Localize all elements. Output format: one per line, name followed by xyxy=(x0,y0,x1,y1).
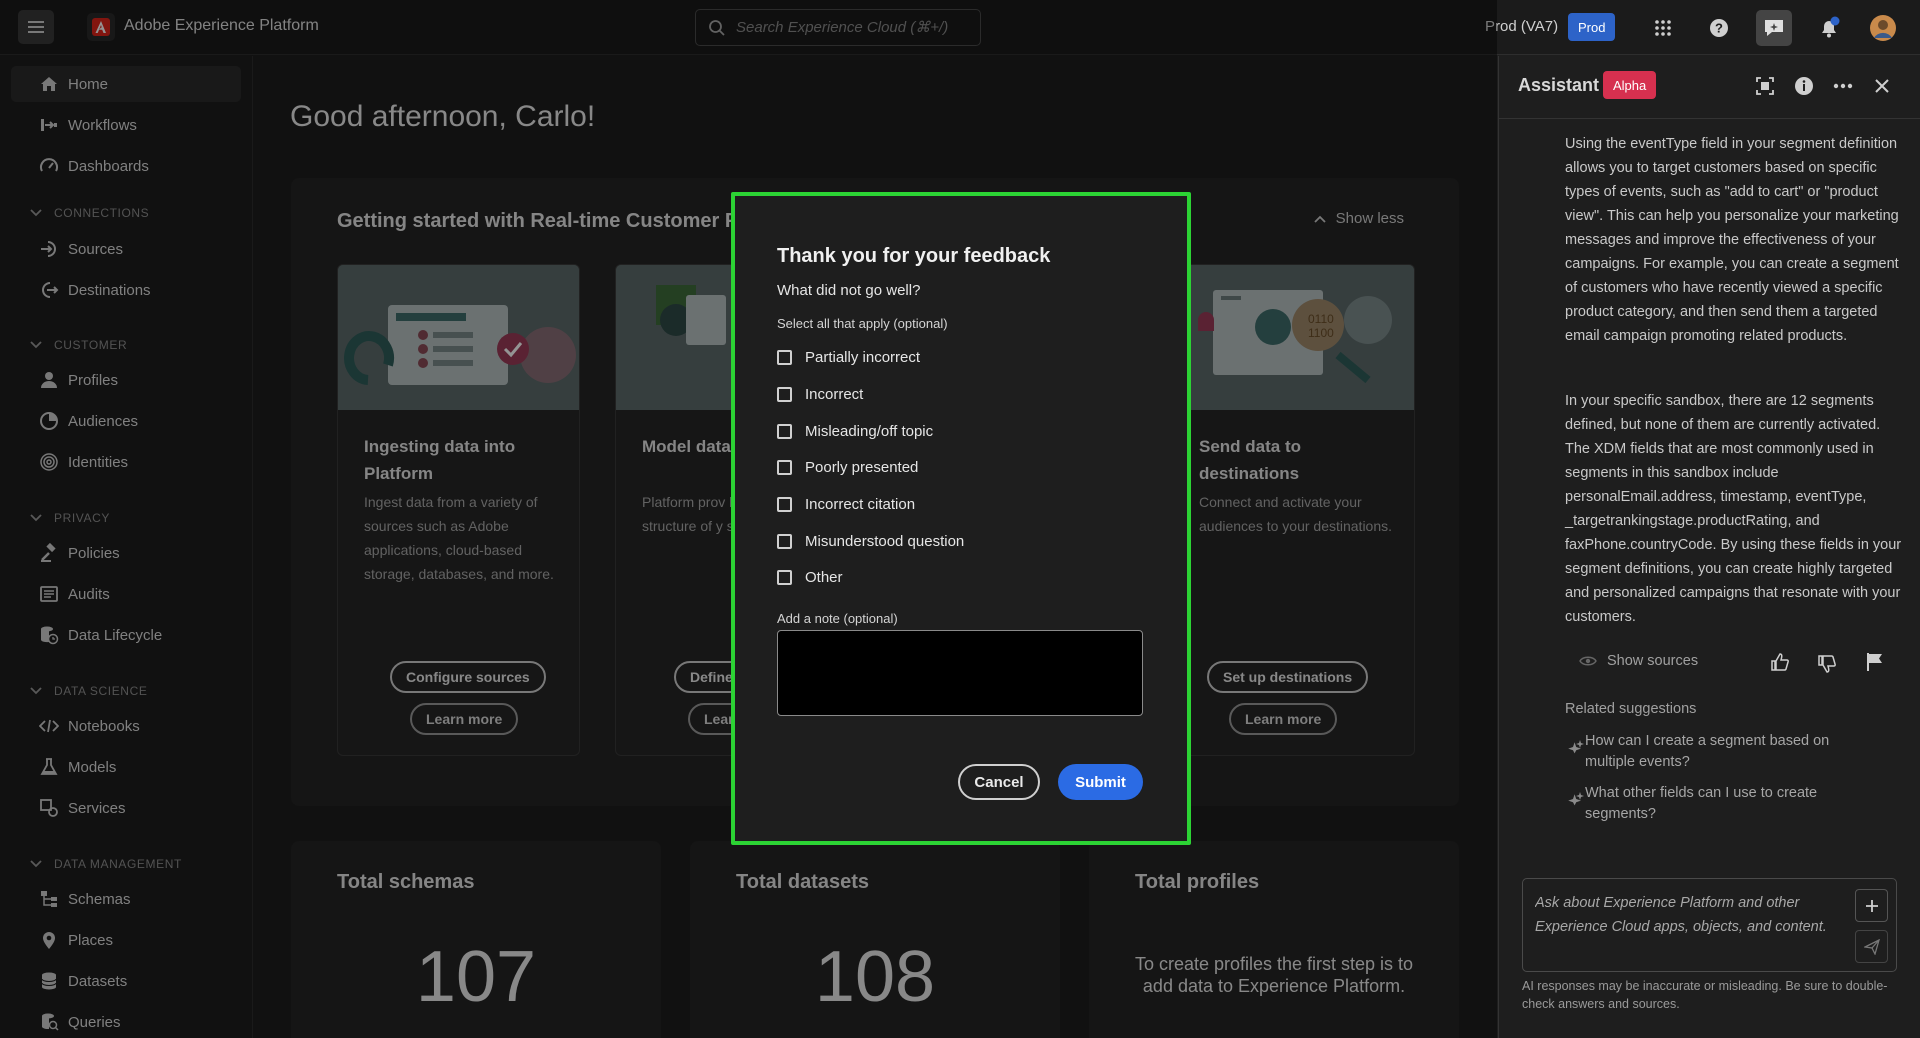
checkbox-label: Poorly presented xyxy=(805,459,919,476)
flag-icon[interactable] xyxy=(1865,652,1885,676)
checkbox-poorly-presented[interactable]: Poorly presented xyxy=(777,459,918,476)
apps-grid-icon[interactable] xyxy=(1647,12,1679,44)
note-label: Add a note (optional) xyxy=(777,611,898,626)
plus-icon xyxy=(1865,899,1878,912)
suggestion-link[interactable]: How can I create a segment based on mult… xyxy=(1585,731,1865,773)
notifications-bell-icon[interactable] xyxy=(1813,12,1845,44)
assistant-panel: Assistant Alpha Using the eventType fiel… xyxy=(1498,56,1920,1038)
close-icon[interactable] xyxy=(1870,74,1894,98)
send-button[interactable] xyxy=(1855,930,1888,963)
env-badge[interactable]: Prod xyxy=(1568,13,1616,41)
thumbs-up-icon[interactable] xyxy=(1770,652,1790,676)
alpha-badge: Alpha xyxy=(1603,71,1657,99)
svg-text:?: ? xyxy=(1715,21,1723,36)
checkbox-box[interactable] xyxy=(777,534,792,549)
note-textarea[interactable] xyxy=(777,630,1143,716)
checkbox-box[interactable] xyxy=(777,350,792,365)
feedback-dialog: Thank you for your feedback What did not… xyxy=(731,192,1191,845)
checkbox-label: Misleading/off topic xyxy=(805,423,934,440)
checkbox-partially-incorrect[interactable]: Partially incorrect xyxy=(777,349,920,366)
select-all-label: Select all that apply (optional) xyxy=(777,316,948,331)
expand-icon[interactable] xyxy=(1753,74,1777,98)
dialog-title: Thank you for your feedback xyxy=(777,245,1051,267)
checkbox-box[interactable] xyxy=(777,570,792,585)
assistant-response-paragraph: In your specific sandbox, there are 12 s… xyxy=(1565,393,1902,625)
checkbox-label: Other xyxy=(805,569,843,586)
related-suggestions-label: Related suggestions xyxy=(1565,701,1697,717)
assistant-input-box xyxy=(1522,878,1897,972)
checkbox-label: Misunderstood question xyxy=(805,533,965,550)
assistant-chat-icon[interactable] xyxy=(1756,10,1792,46)
checkbox-box[interactable] xyxy=(777,460,792,475)
checkbox-box[interactable] xyxy=(777,497,792,512)
user-avatar[interactable] xyxy=(1867,12,1899,44)
add-attachment-button[interactable] xyxy=(1855,889,1888,922)
header-divider xyxy=(1499,118,1920,119)
cancel-button[interactable]: Cancel xyxy=(958,764,1040,800)
eye-icon xyxy=(1579,656,1597,666)
sparkle-icon xyxy=(1565,739,1585,759)
more-options-icon[interactable] xyxy=(1831,74,1855,98)
assistant-title: Assistant xyxy=(1518,75,1600,95)
assistant-response-paragraph: Using the eventType field in your segmen… xyxy=(1565,136,1899,344)
submit-button[interactable]: Submit xyxy=(1058,764,1143,800)
checkbox-incorrect-citation[interactable]: Incorrect citation xyxy=(777,496,915,513)
info-icon[interactable] xyxy=(1792,74,1816,98)
ai-disclaimer: AI responses may be inaccurate or mislea… xyxy=(1522,979,1888,1011)
checkbox-box[interactable] xyxy=(777,387,792,402)
assistant-prompt-input[interactable] xyxy=(1535,891,1835,961)
checkbox-label: Partially incorrect xyxy=(805,349,921,366)
show-sources-button[interactable]: Show sources xyxy=(1579,653,1698,669)
checkbox-misunderstood-question[interactable]: Misunderstood question xyxy=(777,533,964,550)
checkbox-incorrect[interactable]: Incorrect xyxy=(777,386,863,403)
checkbox-misleading[interactable]: Misleading/off topic xyxy=(777,423,933,440)
dialog-question: What did not go well? xyxy=(777,282,921,299)
response-actions: Show sources xyxy=(1565,650,1905,676)
checkbox-box[interactable] xyxy=(777,424,792,439)
send-icon xyxy=(1863,938,1880,955)
suggestion-link[interactable]: What other fields can I use to create se… xyxy=(1585,783,1865,825)
checkbox-other[interactable]: Other xyxy=(777,569,843,586)
thumbs-down-icon[interactable] xyxy=(1817,654,1837,678)
checkbox-label: Incorrect citation xyxy=(805,496,916,513)
show-sources-label: Show sources xyxy=(1607,653,1699,669)
checkbox-label: Incorrect xyxy=(805,386,864,403)
sparkle-icon xyxy=(1565,791,1585,811)
help-icon[interactable]: ? xyxy=(1703,12,1735,44)
